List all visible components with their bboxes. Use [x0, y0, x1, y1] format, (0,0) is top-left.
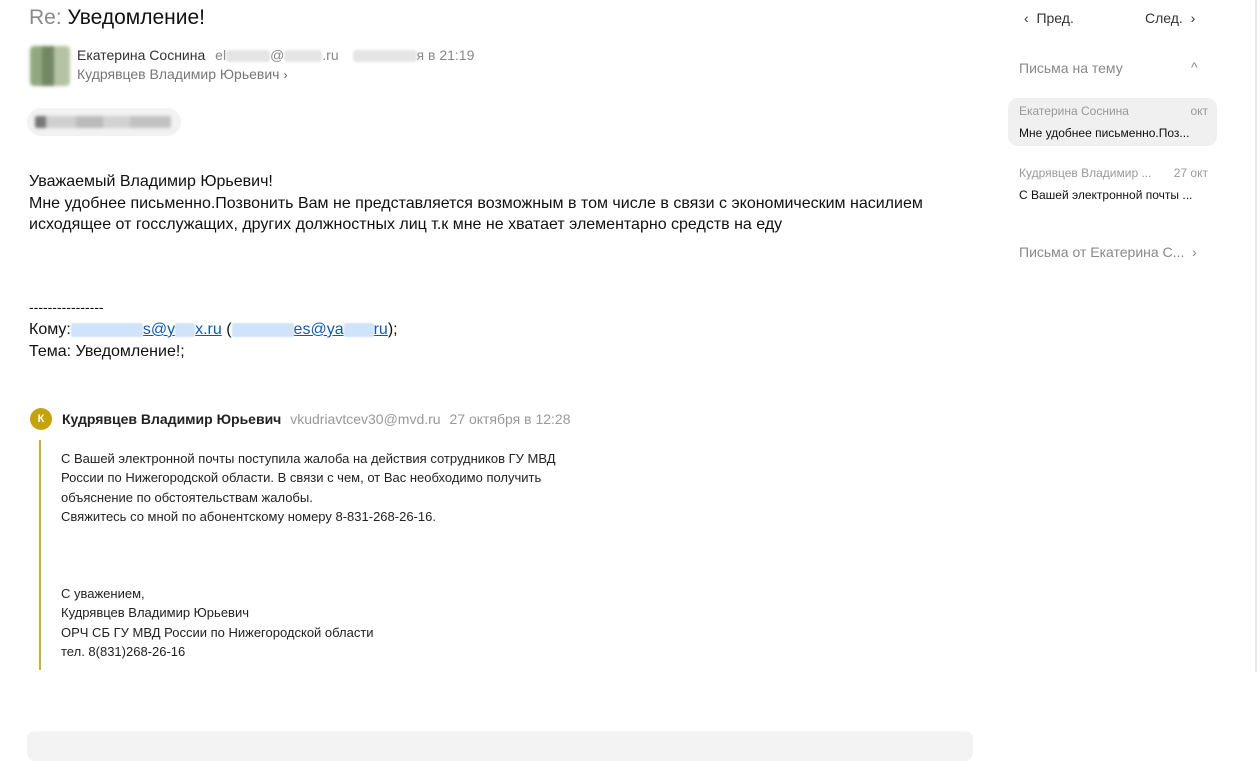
email-redaction: [175, 322, 196, 337]
quote-bar: [39, 440, 41, 670]
quoted-body: С Вашей электронной почты поступила жало…: [61, 449, 556, 661]
sender-email-start: el: [215, 47, 227, 63]
quoted-sender-name[interactable]: Кудрявцев Владимир Юрьевич: [62, 411, 281, 427]
sender-avatar[interactable]: [30, 46, 70, 86]
recipient-line[interactable]: Кудрявцев Владимир Юрьевич ›: [77, 66, 287, 82]
thread-item-from: Кудрявцев Владимир ...: [1019, 166, 1152, 180]
to-email-2-end: ru: [373, 321, 388, 338]
sender-line: Екатерина Соснина el @ .ru я в 21:19: [77, 47, 474, 63]
thread-item-date: окт: [1190, 104, 1208, 118]
chevron-up-icon[interactable]: ^: [1191, 59, 1198, 75]
subject-prefix: Re:: [29, 6, 62, 29]
to-email-link-1[interactable]: s@y x.ru: [143, 321, 222, 338]
body-line: Мне удобнее письменно.Позвонить Вам не п…: [29, 194, 923, 212]
sender-email-end: .ru: [322, 47, 339, 63]
chevron-left-icon: ‹: [1024, 10, 1029, 26]
signature-line: ОРЧ СБ ГУ МВД России по Нижегородской об…: [61, 624, 374, 640]
redacted-text: [35, 116, 171, 128]
message-subject: Re: Уведомление!: [29, 6, 205, 30]
to-email-1-end: x.ru: [195, 321, 222, 338]
to-email-2-part: es@ya: [293, 321, 344, 338]
thread-item[interactable]: Екатерина Соснина окт Мне удобнее письме…: [1008, 98, 1217, 146]
chevron-right-icon: ›: [283, 68, 288, 82]
message-date: я в 21:19: [416, 47, 475, 63]
email-redaction: [231, 322, 294, 337]
prev-message-button[interactable]: ‹ Пред.: [1024, 10, 1074, 26]
sender-email-redaction: [226, 50, 271, 63]
quoted-header: Кудрявцев Владимир Юрьевич vkudriavtcev3…: [62, 411, 571, 427]
letters-from-sender-link[interactable]: Письма от Екатерина С... ›: [1019, 244, 1197, 260]
thread-item-snippet: С Вашей электронной почты ...: [1019, 188, 1193, 202]
quoted-line: Свяжитесь со мной по абонентскому номеру…: [61, 508, 436, 524]
signature-line: С уважением,: [61, 586, 145, 602]
to-paren: (: [221, 321, 232, 338]
thread-item-date: 27 окт: [1173, 166, 1208, 180]
thread-item[interactable]: Кудрявцев Владимир ... 27 окт С Вашей эл…: [1008, 160, 1217, 208]
sender-email-at: @: [270, 47, 285, 63]
date-redaction: [352, 50, 417, 63]
email-redaction: [70, 322, 143, 337]
from-link-label: Письма от Екатерина С...: [1019, 244, 1185, 260]
prev-label: Пред.: [1036, 10, 1074, 26]
subject-text: Уведомление!: [67, 6, 205, 29]
topic-line: Тема: Уведомление!;: [29, 343, 185, 360]
signature-line: тел. 8(831)268-26-16: [61, 644, 186, 660]
to-email-link-2[interactable]: es@ya ru: [231, 321, 388, 338]
redacted-chip[interactable]: [27, 108, 181, 136]
sender-name[interactable]: Екатерина Соснина: [77, 47, 205, 63]
signature-line: Кудрявцев Владимир Юрьевич: [61, 605, 249, 621]
sender-email[interactable]: el @ .ru: [215, 47, 338, 63]
to-email-1-part: s@y: [142, 321, 176, 338]
quoted-avatar[interactable]: К: [30, 408, 52, 430]
body-line: исходящее от госслужащих, других должнос…: [29, 216, 783, 233]
to-line: Кому: s@y x.ru ( es@ya ru);: [29, 321, 398, 339]
separator-line: ----------------: [29, 299, 104, 315]
quoted-date: 27 октября в 12:28: [449, 411, 571, 427]
quoted-line: объяснение по обстоятельствам жалобы.: [61, 489, 313, 505]
quoted-line: С Вашей электронной почты поступила жало…: [61, 451, 556, 466]
reply-box[interactable]: [27, 731, 973, 761]
body-line: Уважаемый Владимир Юрьевич!: [29, 173, 273, 190]
next-label: След.: [1145, 10, 1183, 26]
thread-title[interactable]: Письма на тему: [1019, 60, 1123, 76]
to-close: );: [387, 321, 398, 338]
thread-item-from: Екатерина Соснина: [1019, 104, 1129, 118]
quoted-sender-email[interactable]: vkudriavtcev30@mvd.ru: [290, 411, 440, 427]
quoted-line: России по Нижегородской области. В связи…: [61, 470, 542, 486]
sender-domain-redaction: [284, 50, 323, 63]
email-redaction: [343, 322, 374, 337]
chevron-right-icon: ›: [1192, 244, 1197, 260]
thread-item-snippet: Мне удобнее письменно.Поз...: [1019, 126, 1190, 140]
chevron-right-icon: ›: [1190, 10, 1196, 26]
quoted-spacer: [61, 526, 556, 584]
recipient-name: Кудрявцев Владимир Юрьевич: [77, 66, 280, 82]
to-label: Кому:: [29, 321, 71, 338]
next-message-button[interactable]: След. ›: [1145, 10, 1195, 26]
message-body: Уважаемый Владимир Юрьевич! Мне удобнее …: [29, 171, 923, 236]
